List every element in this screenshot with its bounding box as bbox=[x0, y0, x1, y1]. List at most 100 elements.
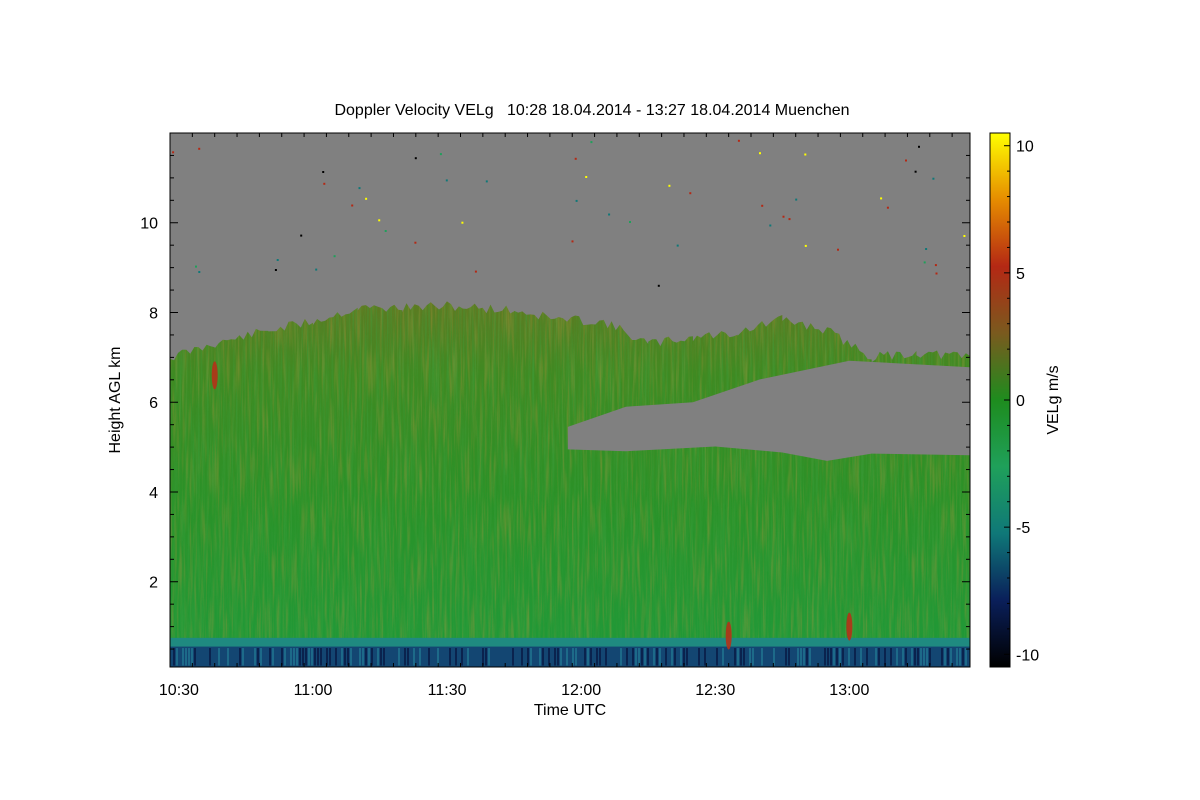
speckle bbox=[439, 153, 442, 156]
surface-streak bbox=[260, 648, 262, 666]
speckle bbox=[172, 151, 175, 154]
surface-streak bbox=[419, 648, 421, 666]
surface-streak bbox=[599, 648, 601, 666]
surface-streak bbox=[743, 648, 745, 666]
speckle bbox=[300, 234, 303, 237]
surface-streak bbox=[173, 648, 175, 666]
surface-streak bbox=[659, 648, 661, 666]
speckle bbox=[351, 204, 354, 207]
updraft-mark bbox=[211, 361, 218, 390]
surface-streak bbox=[626, 648, 628, 666]
plot-area bbox=[170, 133, 970, 667]
speckle bbox=[414, 157, 417, 160]
surface-streak bbox=[704, 648, 706, 666]
y-tick-label: 6 bbox=[149, 395, 158, 412]
colorbar-tick-label: -5 bbox=[1016, 520, 1030, 537]
speckle bbox=[923, 261, 926, 264]
surface-streak bbox=[269, 648, 271, 666]
x-tick-label: 10:30 bbox=[159, 682, 199, 699]
surface-streak bbox=[383, 648, 385, 666]
surface-streak bbox=[635, 648, 637, 666]
surface-streak bbox=[317, 648, 319, 666]
surface-streak bbox=[944, 648, 946, 666]
surface-streak bbox=[860, 648, 862, 666]
surface-streak bbox=[803, 648, 805, 666]
surface-streak bbox=[902, 648, 904, 666]
surface-streak bbox=[947, 648, 949, 666]
surface-streak bbox=[194, 648, 196, 666]
surface-streak bbox=[788, 648, 790, 666]
speckle bbox=[474, 270, 477, 273]
surface-streak bbox=[293, 648, 295, 666]
speckle bbox=[782, 215, 785, 218]
speckle bbox=[198, 271, 201, 273]
surface-streak bbox=[632, 648, 634, 666]
surface-streak bbox=[596, 648, 598, 666]
surface-streak bbox=[686, 648, 688, 666]
surface-streak bbox=[380, 648, 382, 666]
surface-streak bbox=[242, 648, 244, 666]
colorbar-tick-label: 0 bbox=[1016, 393, 1025, 410]
surface-streak bbox=[833, 648, 835, 666]
speckle bbox=[608, 213, 611, 216]
speckle bbox=[795, 198, 798, 201]
surface-streak bbox=[911, 648, 913, 666]
surface-streak bbox=[521, 648, 523, 666]
speckle bbox=[590, 141, 593, 144]
surface-streak bbox=[407, 648, 409, 666]
surface-streak bbox=[797, 648, 799, 666]
speckle bbox=[315, 268, 318, 271]
surface-streak bbox=[941, 648, 943, 666]
speckle bbox=[918, 145, 920, 148]
surface-streak bbox=[320, 648, 322, 666]
colorbar-tick-label: 10 bbox=[1016, 139, 1034, 156]
speckle bbox=[322, 171, 325, 173]
speckle bbox=[963, 235, 966, 237]
surface-streak bbox=[413, 648, 415, 666]
surface-streak bbox=[698, 648, 700, 666]
surface-streak bbox=[449, 648, 451, 666]
surface-streak bbox=[350, 648, 352, 666]
speckle bbox=[657, 284, 660, 287]
speckle bbox=[759, 152, 761, 155]
surface-streak bbox=[548, 648, 550, 666]
surface-streak bbox=[824, 648, 826, 666]
speckle bbox=[935, 272, 938, 275]
surface-streak bbox=[299, 648, 301, 666]
surface-streak bbox=[656, 648, 658, 666]
surface-streak bbox=[665, 648, 667, 666]
x-tick-label: 12:30 bbox=[695, 682, 735, 699]
surface-streak bbox=[428, 648, 430, 666]
x-axis-label: Time UTC bbox=[534, 702, 606, 719]
surface-streak bbox=[917, 648, 919, 666]
y-axis-label: Height AGL km bbox=[107, 346, 124, 453]
speckle bbox=[932, 177, 935, 180]
surface-streak bbox=[839, 648, 841, 666]
surface-streak bbox=[875, 648, 877, 666]
surface-streak bbox=[185, 648, 187, 666]
surface-streak bbox=[842, 648, 844, 666]
colorbar: 10 5 0 -5 -10 VELg m/s bbox=[989, 132, 1062, 668]
surface-streak bbox=[302, 648, 304, 666]
speckle bbox=[378, 219, 381, 222]
speckle bbox=[585, 176, 588, 178]
surface-streak bbox=[575, 648, 577, 666]
surface-streak bbox=[485, 648, 487, 666]
surface-streak bbox=[884, 648, 886, 666]
surface-streak bbox=[620, 648, 622, 666]
surface-streak bbox=[920, 648, 922, 666]
speckle bbox=[445, 179, 448, 182]
surface-streak bbox=[404, 648, 406, 666]
surface-streak bbox=[182, 648, 184, 666]
speckle bbox=[886, 206, 889, 209]
surface-streak bbox=[314, 648, 316, 666]
surface-streak bbox=[365, 648, 367, 666]
surface-streak bbox=[905, 648, 907, 666]
surface-streak bbox=[539, 648, 541, 666]
surface-streak bbox=[209, 648, 211, 666]
surface-streak bbox=[950, 648, 952, 666]
surface-streak bbox=[311, 648, 313, 666]
colorbar-tick-label: 5 bbox=[1016, 266, 1025, 283]
surface-streak bbox=[716, 648, 718, 666]
surface-streak bbox=[254, 648, 256, 666]
